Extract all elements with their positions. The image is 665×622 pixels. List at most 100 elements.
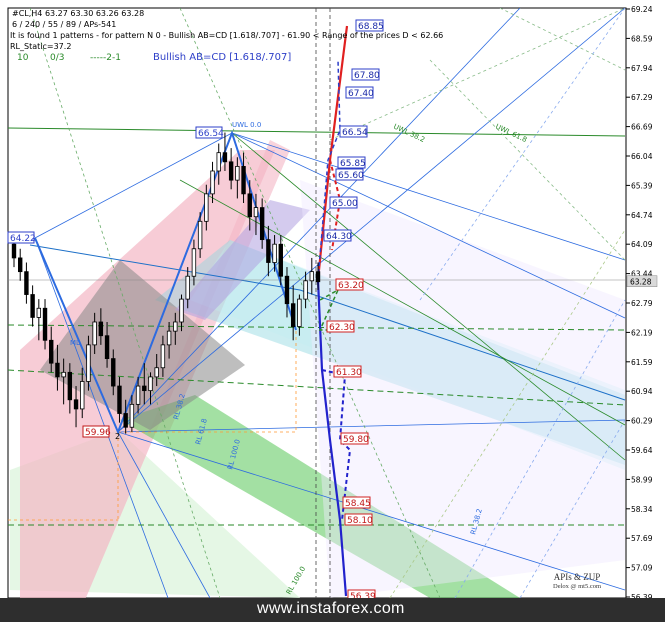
pattern-description: It is found 1 patterns - for pattern N 0… <box>10 31 444 40</box>
level-box-red[interactable]: 58.45 <box>342 496 371 509</box>
y-tick-label: 66.04 <box>631 152 653 161</box>
candle-body <box>111 358 116 387</box>
count-1: 10 <box>17 53 29 63</box>
candle-body <box>290 303 296 327</box>
candle-body <box>135 385 141 405</box>
y-tick-label: 64.09 <box>631 240 653 249</box>
candle-body <box>204 193 209 222</box>
level-box-red-text: 63.20 <box>338 281 364 291</box>
y-tick-label: 62.79 <box>631 299 653 308</box>
y-tick-label: 64.74 <box>631 211 653 220</box>
candle-body <box>253 207 259 218</box>
level-box-red[interactable]: 61.30 <box>333 365 362 378</box>
candle-body <box>247 193 252 218</box>
level-box-red[interactable]: 59.80 <box>340 432 369 445</box>
level-box-blue[interactable]: 64.30 <box>323 229 352 242</box>
candle-body <box>297 298 302 327</box>
candle-body <box>166 330 172 346</box>
watermark-line-2: Delox @ mt5.com <box>553 583 602 590</box>
level-box-blue[interactable]: 66.54 <box>339 125 368 138</box>
price-chart[interactable]: 68.8567.8067.4066.5465.8565.6065.0064.30… <box>0 0 665 622</box>
pattern-title: Bullish AB=CD [1.618/.707] <box>153 52 292 63</box>
level-box-blue-text: 65.85 <box>340 159 366 169</box>
y-tick-label: 65.39 <box>631 181 653 190</box>
candle-body <box>92 321 97 346</box>
y-tick-label: 68.59 <box>631 34 653 43</box>
rl-static: RL_Static=37.2 <box>10 42 72 51</box>
candle-body <box>284 275 290 305</box>
level-box-red-text: 59.80 <box>343 435 369 445</box>
y-tick-label: 57.09 <box>631 564 653 573</box>
y-tick-label: 61.59 <box>631 358 653 367</box>
candle-body <box>98 321 104 337</box>
candle-body <box>216 152 221 172</box>
candle-body <box>42 307 48 341</box>
candle-body <box>148 376 153 392</box>
footer-link[interactable]: www.instaforex.com <box>257 600 405 618</box>
level-box-blue-text: 67.80 <box>354 71 380 81</box>
pattern-point-label[interactable]: 64.22 <box>7 231 36 244</box>
candle-body <box>315 271 321 283</box>
candle-body <box>259 207 265 241</box>
y-tick-label: 67.94 <box>631 64 653 73</box>
candle-body <box>197 220 203 250</box>
candle-body <box>73 399 79 410</box>
candle-body <box>61 371 66 378</box>
candle-body <box>278 243 283 277</box>
level-box-blue[interactable]: 65.00 <box>329 196 358 209</box>
candle-body <box>36 307 42 318</box>
chart-frame: 68.85 67.80 67.40 66.54 65.85 65.60 65.00 64.30… <box>0 0 665 622</box>
candle-body <box>235 166 240 181</box>
watermark-line-1: APIs & ZUP <box>553 572 601 582</box>
level-box-blue[interactable]: 65.60 <box>335 168 364 181</box>
symbol-header: #CL,H4 63.27 63.30 63.26 63.28 <box>12 9 145 18</box>
footer-bar: www.instaforex.com <box>0 598 665 622</box>
settings-header: 6 / 240 / 55 / 89 / APs-541 <box>12 20 117 29</box>
zone-label: ML <box>70 339 80 347</box>
level-box-blue-text: 67.40 <box>348 89 374 99</box>
pattern-point-label[interactable]: 66.54 <box>195 126 224 139</box>
level-box-blue-text: 66.54 <box>342 128 368 138</box>
y-tick-label: 59.64 <box>631 446 653 455</box>
candle-body <box>123 413 128 428</box>
level-box-red-text: 62.30 <box>329 323 355 333</box>
y-tick-label: 66.69 <box>631 123 653 132</box>
level-box-blue-text: 65.60 <box>338 171 364 181</box>
level-box-blue[interactable]: 67.80 <box>351 68 380 81</box>
candle-body <box>173 321 178 332</box>
candle-body <box>55 362 60 378</box>
candle-body <box>228 161 234 181</box>
level-box-red-text: 58.10 <box>347 516 373 526</box>
candle-body <box>309 271 314 282</box>
candle-body <box>67 371 73 401</box>
candle-body <box>104 335 110 359</box>
candle-body <box>179 298 184 323</box>
level-box-blue[interactable]: 65.85 <box>337 156 366 169</box>
candle-body <box>129 403 135 428</box>
level-box-red[interactable]: 63.20 <box>335 278 364 291</box>
level-box-blue-text: 65.00 <box>332 199 358 209</box>
level-box-red-text: 58.45 <box>345 499 371 509</box>
level-box-blue[interactable]: 67.40 <box>345 86 374 99</box>
y-tick-label: 57.69 <box>631 534 653 543</box>
candle-body <box>86 344 91 382</box>
candle-body <box>191 248 197 277</box>
y-tick-label: 58.34 <box>631 505 653 514</box>
zone-label: UWL 0.0 <box>232 121 261 129</box>
candle-body <box>11 243 17 259</box>
level-box-red-text: 61.30 <box>336 368 362 378</box>
candle-body <box>30 294 35 318</box>
y-tick-label: 62.19 <box>631 328 653 337</box>
count-2: 0/3 <box>50 53 65 63</box>
candle-body <box>303 280 308 300</box>
candle-body <box>49 339 54 364</box>
pattern-point-text: 64.22 <box>10 234 36 244</box>
y-tick-label: 58.99 <box>631 475 653 484</box>
level-box-red[interactable]: 62.30 <box>326 320 355 333</box>
level-box-red[interactable]: 58.10 <box>344 513 373 526</box>
pattern-point-text: 59.96 <box>85 428 111 438</box>
candle-body <box>272 243 277 263</box>
candle-body <box>154 367 159 378</box>
pattern-point-text: 66.54 <box>198 129 224 139</box>
candle-body <box>142 385 147 392</box>
